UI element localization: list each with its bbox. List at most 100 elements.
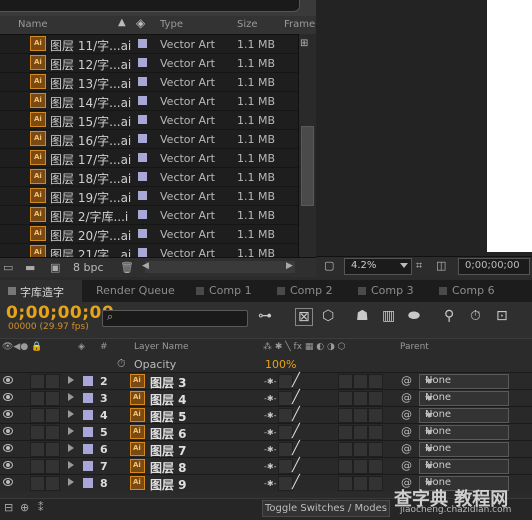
viewer-timecode[interactable]: 0;00;00;00 — [458, 258, 530, 275]
expand-triangle-icon[interactable] — [68, 376, 74, 384]
motion-blur-cell[interactable] — [338, 408, 353, 423]
composition-canvas[interactable] — [487, 0, 532, 252]
adjustment-cell[interactable] — [353, 374, 368, 389]
bpc-label[interactable]: 8 bpc — [73, 261, 104, 274]
project-item-row[interactable]: 图层 14/字...ai Vector Art 1.1 MB — [0, 91, 298, 111]
scroll-left-icon[interactable]: ◀ — [142, 261, 149, 271]
expand-triangle-icon[interactable] — [68, 393, 74, 401]
quality-slash-icon[interactable]: ╱ — [292, 441, 300, 456]
column-frame[interactable]: Frame — [284, 19, 315, 30]
column-parent[interactable]: Parent — [400, 342, 429, 352]
visibility-eye-icon[interactable] — [3, 376, 13, 384]
label-swatch[interactable] — [138, 115, 147, 124]
motion-blur-cell[interactable] — [338, 442, 353, 457]
audio-switch[interactable] — [30, 408, 45, 423]
current-time-display[interactable]: 0;00;00;00 — [6, 303, 114, 323]
region-of-interest-icon[interactable]: ▢ — [324, 259, 334, 272]
3d-layer-cell[interactable] — [368, 391, 383, 406]
auto-keyframe-icon[interactable]: ⊡ — [496, 308, 508, 324]
lock-switch[interactable] — [45, 459, 60, 474]
audio-switch[interactable] — [30, 476, 45, 491]
quality-switch-cell[interactable] — [278, 391, 293, 406]
label-swatch[interactable] — [138, 39, 147, 48]
layer-row[interactable]: 2图层 3-✱-╱@None — [0, 372, 532, 390]
quality-slash-icon[interactable]: ╱ — [292, 475, 300, 490]
column-size[interactable]: Size — [237, 19, 258, 30]
quality-switch-cell[interactable] — [278, 476, 293, 491]
adjustment-cell[interactable] — [353, 425, 368, 440]
new-comp-icon[interactable]: ▣ — [50, 261, 60, 274]
label-swatch[interactable] — [83, 478, 93, 488]
3d-layer-cell[interactable] — [368, 374, 383, 389]
column-name[interactable]: Name — [18, 19, 48, 30]
label-swatch[interactable] — [138, 172, 147, 181]
project-item-row[interactable]: 图层 12/字...ai Vector Art 1.1 MB — [0, 53, 298, 73]
tab-comp-1[interactable]: Comp 1 — [194, 280, 272, 302]
live-update-icon[interactable]: ⊠ — [295, 308, 313, 326]
label-swatch[interactable] — [138, 248, 147, 257]
3d-layer-cell[interactable] — [368, 425, 383, 440]
scrollbar-thumb[interactable] — [301, 126, 314, 206]
project-scrollbar[interactable] — [298, 34, 317, 257]
motion-blur-cell[interactable] — [338, 374, 353, 389]
zoom-select[interactable]: 4.2% — [344, 258, 412, 275]
motion-blur-icon[interactable]: ⬬ — [408, 308, 420, 324]
audio-switch[interactable] — [30, 442, 45, 457]
transfer-controls-icon[interactable]: ⊕ — [20, 501, 29, 514]
visibility-eye-icon[interactable] — [3, 461, 13, 469]
parent-select[interactable]: None — [419, 391, 509, 406]
motion-blur-cell[interactable] — [338, 391, 353, 406]
label-swatch[interactable] — [138, 153, 147, 162]
label-column-icon[interactable]: ◈ — [78, 342, 85, 352]
label-swatch[interactable] — [138, 134, 147, 143]
frame-blending-icon[interactable]: ▥ — [382, 308, 395, 324]
interpret-footage-icon[interactable]: ▭ — [3, 261, 13, 274]
opacity-value[interactable]: 100% — [265, 358, 296, 371]
quality-switch-cell[interactable] — [278, 408, 293, 423]
visibility-eye-icon[interactable] — [3, 427, 13, 435]
pick-whip-icon[interactable]: @ — [401, 408, 412, 421]
stopwatch-icon[interactable]: ⏱ — [470, 308, 481, 324]
collapse-transform-icon[interactable]: -✱- — [264, 394, 276, 403]
motion-blur-cell[interactable] — [338, 476, 353, 491]
audio-switch[interactable] — [30, 391, 45, 406]
label-swatch[interactable] — [83, 393, 93, 403]
3d-layer-cell[interactable] — [368, 408, 383, 423]
project-item-row[interactable]: 图层 20/字...ai Vector Art 1.1 MB — [0, 224, 298, 244]
sort-up-icon[interactable]: ▲ — [118, 17, 126, 28]
quality-switch-cell[interactable] — [278, 459, 293, 474]
collapse-transform-icon[interactable]: -✱- — [264, 411, 276, 420]
lock-switch[interactable] — [45, 391, 60, 406]
trash-icon[interactable]: 🗑 — [120, 261, 134, 274]
project-item-row[interactable]: 图层 17/字...ai Vector Art 1.1 MB — [0, 148, 298, 168]
layer-row[interactable]: 3图层 4-✱-╱@None — [0, 389, 532, 407]
quality-switch-cell[interactable] — [278, 425, 293, 440]
quality-slash-icon[interactable]: ╱ — [292, 373, 300, 388]
tab-close-icon[interactable] — [8, 287, 16, 295]
column-layer-name[interactable]: Layer Name — [134, 342, 189, 352]
layer-name[interactable]: 图层 9 — [150, 476, 187, 493]
3d-layer-cell[interactable] — [368, 442, 383, 457]
label-tag-icon[interactable]: ◈ — [136, 16, 145, 30]
flowchart-icon[interactable]: ⊞ — [300, 38, 314, 50]
tab-comp-3[interactable]: Comp 3 — [356, 280, 434, 302]
audio-switch[interactable] — [30, 374, 45, 389]
collapse-transform-icon[interactable]: -✱- — [264, 479, 276, 488]
collapse-transform-icon[interactable]: -✱- — [264, 462, 276, 471]
column-hash[interactable]: # — [100, 342, 108, 352]
tab-close-icon[interactable] — [358, 287, 366, 295]
lock-switch[interactable] — [45, 374, 60, 389]
adjustment-cell[interactable] — [353, 459, 368, 474]
snapshot-icon[interactable]: ◫ — [436, 259, 446, 272]
project-item-row[interactable]: 图层 18/字...ai Vector Art 1.1 MB — [0, 167, 298, 187]
draft-3d-icon[interactable]: ⬡ — [322, 308, 334, 324]
3d-layer-cell[interactable] — [368, 459, 383, 474]
quality-switch-cell[interactable] — [278, 374, 293, 389]
pick-whip-icon[interactable]: @ — [401, 425, 412, 438]
quality-slash-icon[interactable]: ╱ — [292, 407, 300, 422]
label-swatch[interactable] — [83, 461, 93, 471]
hide-shy-layers-icon[interactable]: ☗ — [356, 308, 369, 324]
parent-select[interactable]: None — [419, 374, 509, 389]
column-type[interactable]: Type — [160, 19, 183, 30]
collapse-transform-icon[interactable]: -✱- — [264, 445, 276, 454]
